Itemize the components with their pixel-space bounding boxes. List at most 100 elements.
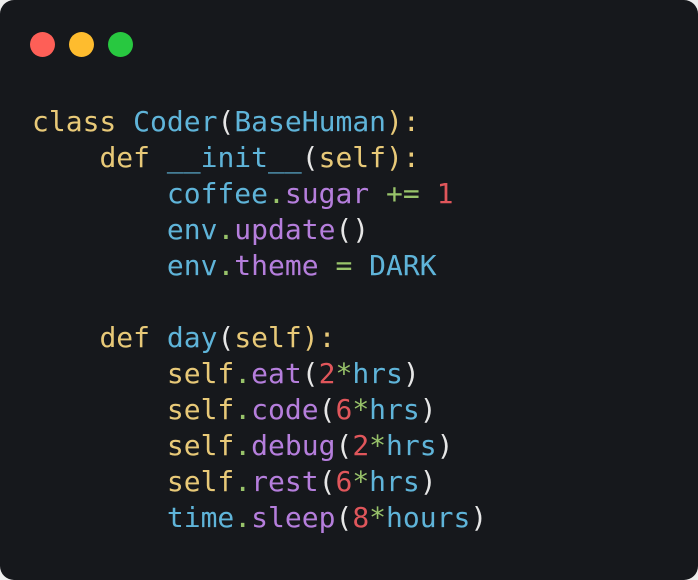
code-token: hrs [352, 357, 403, 390]
code-token: += [386, 177, 420, 210]
minimize-button[interactable] [69, 32, 94, 57]
code-token: 2 [318, 357, 336, 390]
close-button[interactable] [30, 32, 55, 57]
code-token: hrs [369, 465, 420, 498]
code-token: env [166, 213, 218, 246]
code-window: class Coder(BaseHuman): def __init__(sel… [0, 0, 698, 580]
code-token: ( [318, 465, 336, 498]
code-line: def day(self): [32, 320, 487, 356]
code-token: 6 [335, 465, 353, 498]
code-token: hours [386, 501, 471, 534]
code-token: BaseHuman [234, 105, 387, 138]
code-token: ) [402, 357, 420, 390]
maximize-button[interactable] [108, 32, 133, 57]
code-token: coffee [166, 177, 269, 210]
code-token: code [251, 393, 319, 426]
code-token: . [234, 465, 252, 498]
code-token: * [352, 393, 370, 426]
code-token: class [32, 105, 117, 138]
code-token: = [335, 249, 353, 282]
code-token: . [234, 501, 252, 534]
code-token: hrs [386, 429, 437, 462]
code-token: 2 [352, 429, 370, 462]
window-controls [30, 32, 133, 58]
code-token: self [166, 393, 235, 426]
code-token: rest [251, 465, 319, 498]
code-token: * [335, 357, 353, 390]
code-token: 6 [335, 393, 353, 426]
code-token: ( [335, 429, 353, 462]
code-token: ( [301, 141, 319, 174]
code-token: day [166, 321, 218, 354]
code-token: * [369, 501, 387, 534]
code-token: . [234, 429, 252, 462]
code-token: ): [386, 141, 420, 174]
code-token: __init__ [166, 141, 302, 174]
code-token: self [166, 357, 235, 390]
code-token: ( [318, 393, 336, 426]
code-line: time.sleep(8*hours) [32, 500, 487, 536]
code-token: * [369, 429, 387, 462]
code-token: 8 [352, 501, 370, 534]
code-line: self.eat(2*hrs) [32, 356, 487, 392]
code-token: ): [301, 321, 336, 354]
code-token: ) [419, 393, 437, 426]
code-token: ): [386, 105, 420, 138]
code-token: debug [251, 429, 336, 462]
code-token: sugar [284, 177, 370, 210]
code-token: update [234, 213, 336, 246]
code-token: def [99, 141, 151, 174]
code-line: coffee.sugar += 1 [32, 176, 487, 212]
code-line: def __init__(self): [32, 140, 487, 176]
code-token: eat [251, 357, 302, 390]
code-token: Coder [133, 105, 218, 138]
code-token: theme [234, 249, 319, 282]
code-token: 1 [436, 177, 454, 210]
code-token: sleep [251, 501, 336, 534]
code-token: ( [335, 501, 353, 534]
code-token: ( [217, 105, 235, 138]
code-line: class Coder(BaseHuman): [32, 104, 487, 140]
code-token: self [166, 465, 235, 498]
code-token: ) [436, 429, 454, 462]
code-line: self.code(6*hrs) [32, 392, 487, 428]
code-token: hrs [369, 393, 420, 426]
code-token: () [335, 213, 370, 246]
code-token: self [318, 141, 387, 174]
code-token: ( [217, 321, 235, 354]
code-token: . [217, 213, 235, 246]
code-line: self.debug(2*hrs) [32, 428, 487, 464]
code-line: self.rest(6*hrs) [32, 464, 487, 500]
code-token: * [352, 465, 370, 498]
code-token: self [234, 321, 302, 354]
code-token: ) [470, 501, 488, 534]
code-block: class Coder(BaseHuman): def __init__(sel… [32, 104, 487, 536]
code-token: DARK [369, 249, 437, 282]
code-token: def [99, 321, 151, 354]
code-token: ( [301, 357, 319, 390]
code-line: env.update() [32, 212, 487, 248]
code-line: env.theme = DARK [32, 248, 487, 284]
code-token: . [217, 249, 235, 282]
code-token: . [268, 177, 285, 210]
code-token: . [234, 393, 252, 426]
code-token: self [166, 429, 235, 462]
code-token: . [234, 357, 252, 390]
